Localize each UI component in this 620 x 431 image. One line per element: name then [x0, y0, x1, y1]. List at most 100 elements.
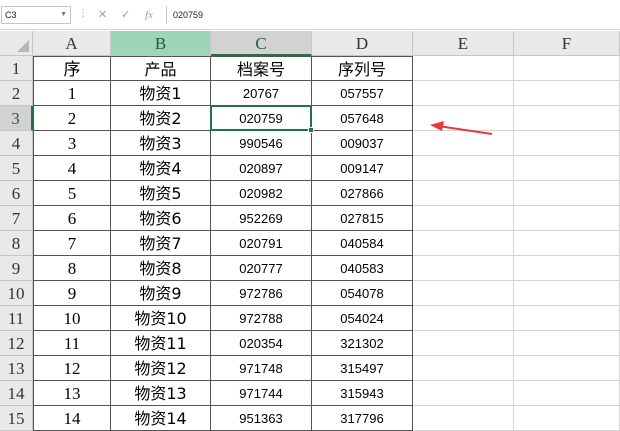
column-header-c[interactable]: C: [211, 31, 312, 56]
table-cell[interactable]: 990546: [211, 131, 312, 156]
empty-cell[interactable]: [514, 381, 620, 406]
table-cell[interactable]: 物资7: [111, 231, 211, 256]
table-header-cell[interactable]: 档案号: [211, 56, 312, 81]
row-header-15[interactable]: 15: [0, 406, 33, 431]
row-header-4[interactable]: 4: [0, 131, 33, 156]
empty-cell[interactable]: [413, 231, 514, 256]
table-cell[interactable]: 1: [33, 81, 111, 106]
table-cell[interactable]: 057648: [312, 106, 413, 131]
empty-cell[interactable]: [514, 406, 620, 431]
table-cell[interactable]: 020982: [211, 181, 312, 206]
row-header-1[interactable]: 1: [0, 56, 33, 81]
row-header-3[interactable]: 3: [0, 106, 33, 131]
table-header-cell[interactable]: 产品: [111, 56, 211, 81]
table-cell[interactable]: 12: [33, 356, 111, 381]
table-cell[interactable]: 020791: [211, 231, 312, 256]
table-cell[interactable]: 9: [33, 281, 111, 306]
table-cell[interactable]: 8: [33, 256, 111, 281]
table-cell[interactable]: 13: [33, 381, 111, 406]
table-cell[interactable]: 物资11: [111, 331, 211, 356]
table-cell[interactable]: 物资8: [111, 256, 211, 281]
table-cell[interactable]: 物资5: [111, 181, 211, 206]
table-cell[interactable]: 物资12: [111, 356, 211, 381]
drag-handle-icon[interactable]: ⋮: [78, 8, 88, 19]
table-cell[interactable]: 315943: [312, 381, 413, 406]
column-header-b[interactable]: B: [111, 31, 211, 56]
chevron-down-icon[interactable]: ▼: [60, 7, 67, 23]
row-header-10[interactable]: 10: [0, 281, 33, 306]
row-header-2[interactable]: 2: [0, 81, 33, 106]
fill-handle[interactable]: [308, 127, 314, 133]
empty-cell[interactable]: [413, 81, 514, 106]
table-cell[interactable]: 物资3: [111, 131, 211, 156]
row-header-8[interactable]: 8: [0, 231, 33, 256]
table-cell[interactable]: 951363: [211, 406, 312, 431]
empty-cell[interactable]: [413, 406, 514, 431]
table-cell[interactable]: 317796: [312, 406, 413, 431]
table-cell[interactable]: 054024: [312, 306, 413, 331]
row-header-9[interactable]: 9: [0, 256, 33, 281]
fx-icon[interactable]: fx: [145, 6, 153, 24]
empty-cell[interactable]: [514, 356, 620, 381]
table-cell[interactable]: 3: [33, 131, 111, 156]
column-header-f[interactable]: F: [514, 31, 620, 56]
empty-cell[interactable]: [514, 81, 620, 106]
name-box[interactable]: C3 ▼: [1, 6, 71, 24]
table-cell[interactable]: 物资4: [111, 156, 211, 181]
table-cell[interactable]: 971744: [211, 381, 312, 406]
row-header-12[interactable]: 12: [0, 331, 33, 356]
empty-cell[interactable]: [413, 256, 514, 281]
empty-cell[interactable]: [514, 256, 620, 281]
table-cell[interactable]: 020759: [211, 106, 312, 131]
table-cell[interactable]: 4: [33, 156, 111, 181]
row-header-11[interactable]: 11: [0, 306, 33, 331]
row-header-7[interactable]: 7: [0, 206, 33, 231]
row-header-6[interactable]: 6: [0, 181, 33, 206]
table-cell[interactable]: 972788: [211, 306, 312, 331]
table-cell[interactable]: 027815: [312, 206, 413, 231]
table-cell[interactable]: 物资1: [111, 81, 211, 106]
empty-cell[interactable]: [413, 181, 514, 206]
row-header-5[interactable]: 5: [0, 156, 33, 181]
table-cell[interactable]: 027866: [312, 181, 413, 206]
empty-cell[interactable]: [514, 231, 620, 256]
empty-cell[interactable]: [514, 306, 620, 331]
table-cell[interactable]: 物资14: [111, 406, 211, 431]
empty-cell[interactable]: [514, 131, 620, 156]
row-header-13[interactable]: 13: [0, 356, 33, 381]
select-all-button[interactable]: [0, 31, 33, 56]
table-cell[interactable]: 020777: [211, 256, 312, 281]
empty-cell[interactable]: [514, 331, 620, 356]
table-cell[interactable]: 009037: [312, 131, 413, 156]
table-cell[interactable]: 020354: [211, 331, 312, 356]
table-cell[interactable]: 020897: [211, 156, 312, 181]
row-header-14[interactable]: 14: [0, 381, 33, 406]
empty-cell[interactable]: [413, 156, 514, 181]
empty-cell[interactable]: [413, 56, 514, 81]
table-cell[interactable]: 040583: [312, 256, 413, 281]
table-cell[interactable]: 物资10: [111, 306, 211, 331]
table-cell[interactable]: 972786: [211, 281, 312, 306]
enter-icon[interactable]: ✓: [121, 6, 130, 24]
empty-cell[interactable]: [413, 206, 514, 231]
empty-cell[interactable]: [413, 306, 514, 331]
table-cell[interactable]: 5: [33, 181, 111, 206]
formula-input[interactable]: 020759: [166, 6, 618, 24]
table-cell[interactable]: 054078: [312, 281, 413, 306]
table-cell[interactable]: 971748: [211, 356, 312, 381]
empty-cell[interactable]: [514, 281, 620, 306]
cancel-icon[interactable]: ✕: [98, 6, 107, 24]
empty-cell[interactable]: [514, 106, 620, 131]
table-cell[interactable]: 14: [33, 406, 111, 431]
table-cell[interactable]: 物资13: [111, 381, 211, 406]
empty-cell[interactable]: [514, 56, 620, 81]
table-cell[interactable]: 952269: [211, 206, 312, 231]
empty-cell[interactable]: [514, 181, 620, 206]
table-cell[interactable]: 040584: [312, 231, 413, 256]
empty-cell[interactable]: [413, 331, 514, 356]
column-header-d[interactable]: D: [312, 31, 413, 56]
table-cell[interactable]: 物资2: [111, 106, 211, 131]
table-cell[interactable]: 物资9: [111, 281, 211, 306]
table-header-cell[interactable]: 序: [33, 56, 111, 81]
table-cell[interactable]: 057557: [312, 81, 413, 106]
